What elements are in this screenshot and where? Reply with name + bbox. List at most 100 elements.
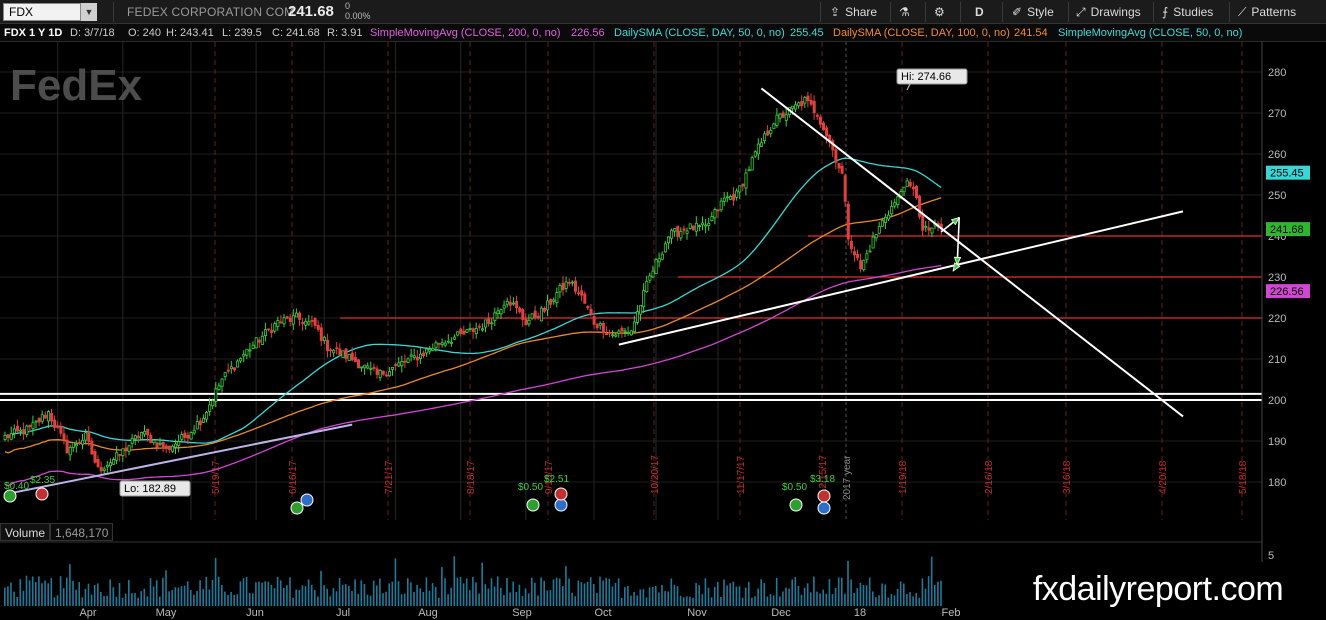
month-label: May: [156, 607, 177, 619]
volume-bar: [62, 588, 65, 606]
candle-body: [744, 172, 748, 189]
candle-body: [59, 426, 63, 434]
volume-bar: [217, 576, 220, 606]
candle-body: [632, 321, 636, 333]
study-sma50[interactable]: DailySMA (CLOSE, DAY, 50, 0, no): [614, 24, 785, 41]
volume-bar: [940, 580, 942, 606]
candle-body: [753, 151, 757, 157]
candle-body: [834, 149, 838, 163]
volume-bar: [177, 587, 180, 606]
month-label: Aug: [418, 607, 438, 619]
volume-bar: [800, 594, 803, 606]
volume-bar: [41, 583, 43, 606]
candle-body: [698, 225, 702, 228]
toolbar-divider: [960, 2, 961, 22]
candle-body: [760, 142, 764, 147]
candle-body: [865, 253, 869, 260]
candle-body: [667, 236, 671, 244]
candle-body: [868, 250, 872, 253]
candle-body: [524, 318, 528, 326]
candle-body: [784, 114, 788, 121]
candle-body: [223, 372, 227, 377]
symbol-dropdown-icon[interactable]: ▼: [80, 3, 97, 21]
style-icon: ✐: [1012, 5, 1023, 19]
volume-bar: [574, 596, 576, 606]
volume-bar: [472, 576, 474, 606]
volume-bar: [289, 577, 291, 606]
volume-bar: [397, 581, 400, 606]
volume-bar: [230, 591, 232, 606]
candle-body: [397, 362, 401, 367]
volume-bar: [527, 593, 530, 606]
volume-bar: [345, 584, 347, 606]
candle-body: [201, 418, 205, 423]
month-label: Apr: [79, 607, 96, 619]
volume-bar: [639, 589, 642, 606]
volume-bar: [248, 593, 251, 606]
study-sma200[interactable]: SimpleMovingAvg (CLOSE, 200, 0, no): [370, 24, 561, 41]
candle-body: [56, 425, 60, 429]
studies-button[interactable]: ⨍ Studies: [1162, 0, 1213, 24]
candle-body: [372, 366, 376, 369]
volume-bar: [19, 579, 22, 606]
volume-bar: [651, 586, 654, 606]
volume-bar: [586, 581, 589, 606]
volume-bar: [853, 592, 855, 606]
candle-body: [360, 366, 364, 369]
volume-bar: [524, 588, 527, 606]
style-button[interactable]: ✐ Style: [1012, 0, 1054, 24]
settings-button[interactable]: ⚙: [934, 0, 945, 24]
study-sma100[interactable]: DailySMA (CLOSE, DAY, 100, 0, no): [833, 24, 1010, 41]
toolbar-divider: [1068, 2, 1069, 22]
timeframe-button[interactable]: D: [975, 0, 984, 24]
drawings-button[interactable]: ⤢ Drawings: [1076, 0, 1141, 24]
volume-bar: [500, 587, 502, 606]
volume-bar: [351, 590, 353, 606]
volume-bar: [822, 589, 824, 606]
candle-body: [152, 439, 156, 444]
candle-body: [614, 334, 618, 337]
volume-bar: [72, 580, 74, 606]
volume-bar: [227, 595, 229, 606]
volume-bar: [744, 587, 747, 606]
volume-bar: [310, 584, 313, 606]
candle-body: [109, 462, 113, 467]
candle-body: [877, 226, 881, 234]
candle-body: [521, 309, 525, 320]
volume-bar: [152, 586, 155, 606]
volume-bar: [580, 582, 583, 606]
flask-button[interactable]: ⚗: [899, 0, 910, 24]
candle-body: [710, 216, 714, 221]
candle-body: [527, 319, 531, 325]
candle-body: [189, 432, 193, 440]
date-marker-label: 10/20/17: [650, 455, 661, 494]
volume-bar: [481, 562, 483, 606]
volume-bar: [124, 593, 127, 606]
volume-bar: [710, 597, 713, 606]
volume-bar: [847, 560, 849, 606]
candle-body: [505, 300, 509, 305]
event-marker-icon: [35, 487, 49, 501]
candle-body: [220, 378, 224, 387]
dividend-label: $2.35: [30, 475, 55, 486]
patterns-button[interactable]: ⟋ Patterns: [1238, 0, 1296, 24]
volume-bar: [878, 595, 880, 606]
candle-body: [31, 422, 35, 429]
volume-bar: [636, 595, 638, 606]
volume-bar: [360, 580, 363, 606]
candle-body: [930, 227, 934, 234]
price-chart[interactable]: 5/19/17 6/16/17 7/21/17 8/18/17 9/15/17 10/20…: [0, 42, 1326, 620]
candle-body: [654, 259, 658, 274]
flask-icon: ⚗: [899, 5, 910, 19]
share-button[interactable]: ⇪ Share: [830, 0, 877, 24]
candle-body: [198, 420, 202, 426]
candle-body: [22, 429, 26, 435]
volume-bar: [279, 580, 282, 606]
study-sma50-simple[interactable]: SimpleMovingAvg (CLOSE, 50, 0, no): [1058, 24, 1242, 41]
date-marker-label: 5/18/18: [1238, 460, 1249, 494]
candle-body: [87, 431, 91, 442]
volume-bar: [930, 556, 933, 606]
volume-bar: [537, 595, 539, 606]
candle-body: [552, 299, 556, 302]
price-tag: 241.68: [1270, 224, 1304, 236]
